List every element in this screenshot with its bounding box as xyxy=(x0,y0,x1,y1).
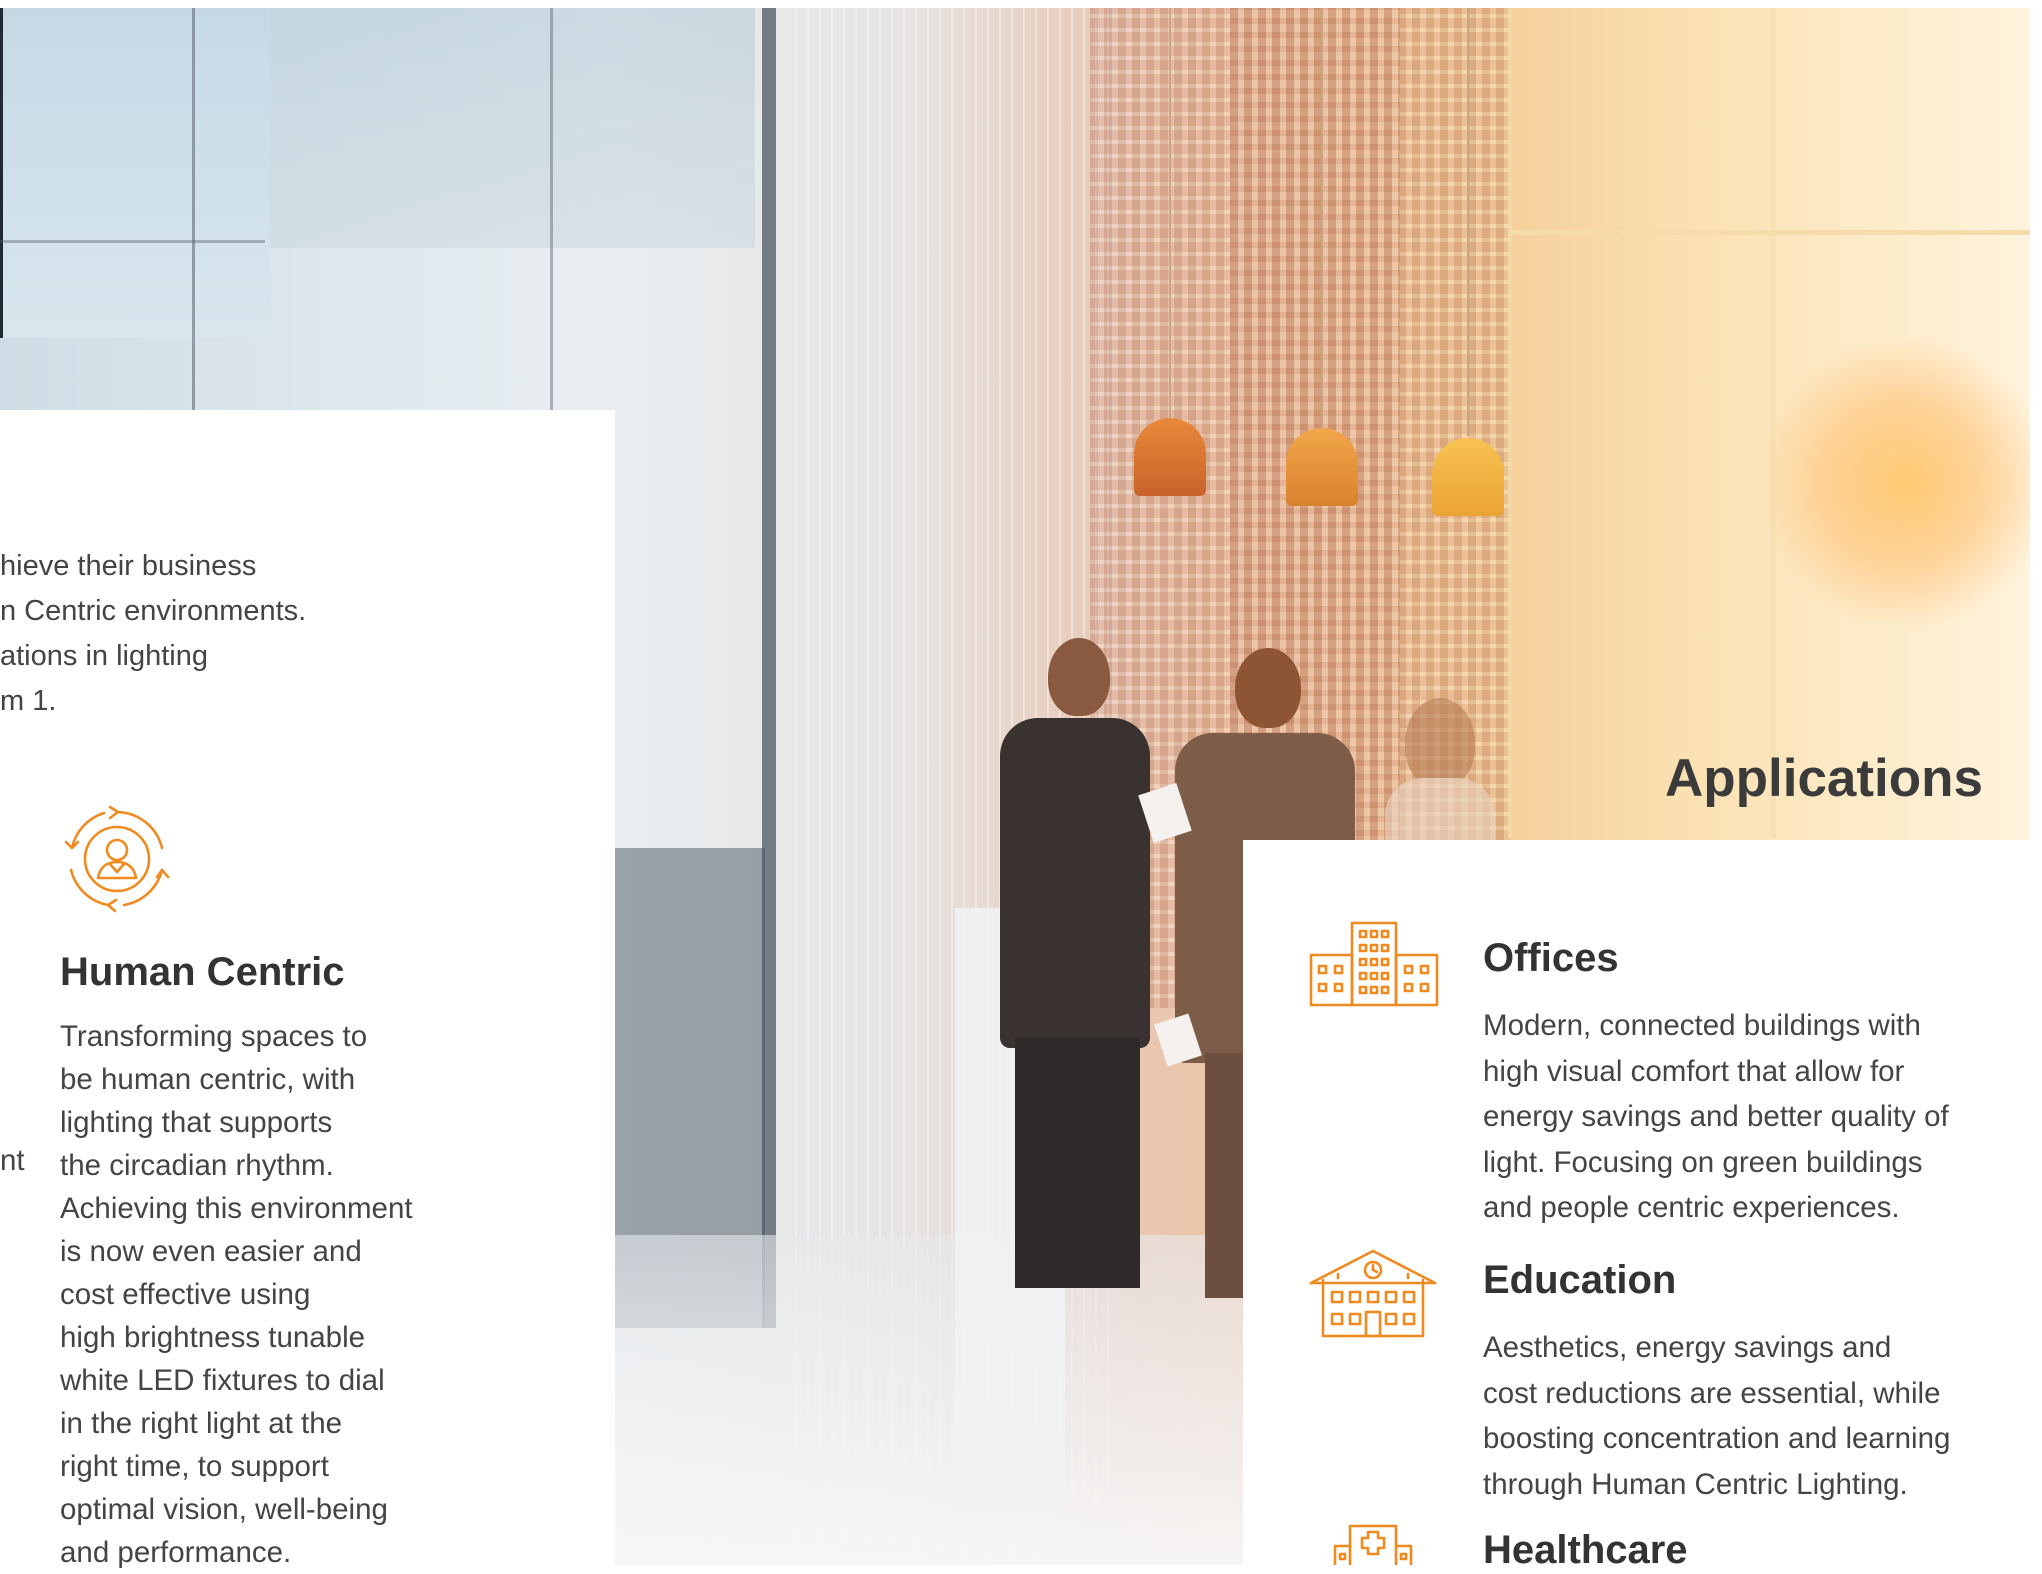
hospital-icon xyxy=(1333,1524,1413,1565)
person-cycle-icon xyxy=(64,805,170,913)
intro-paragraph: hieve their business n Centric environme… xyxy=(0,550,307,717)
applications-heading: Applications xyxy=(1664,749,1983,808)
offices-description: Modern, connected buildings with high vi… xyxy=(1483,1009,1949,1224)
education-title: Education xyxy=(1483,1258,1677,1302)
education-description: Aesthetics, energy savings and cost redu… xyxy=(1483,1331,1951,1501)
offices-title: Offices xyxy=(1483,936,1619,980)
school-building-icon xyxy=(1309,1249,1437,1338)
office-building-icon xyxy=(1309,921,1439,1007)
human-centric-description: Transforming spaces to be human centric,… xyxy=(60,1020,413,1569)
human-centric-title: Human Centric xyxy=(60,950,345,994)
cropped-text-fragment: nt xyxy=(0,1144,25,1177)
healthcare-title: Healthcare xyxy=(1483,1528,1688,1572)
